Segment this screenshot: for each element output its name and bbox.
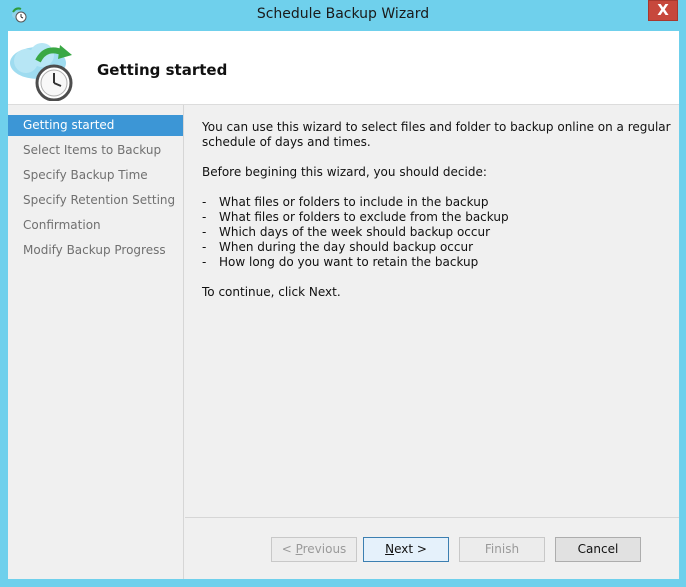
close-button[interactable]: X: [648, 0, 678, 21]
list-item-text: What files or folders to include in the …: [219, 195, 489, 209]
wizard-client-area: Getting started Getting started Select I…: [8, 31, 679, 579]
finish-button[interactable]: Finish: [459, 537, 545, 562]
window-title: Schedule Backup Wizard: [256, 6, 430, 22]
list-item-text: Which days of the week should backup occ…: [219, 225, 491, 239]
nav-item-select-items[interactable]: Select Items to Backup: [8, 140, 183, 161]
title-bar[interactable]: Schedule Backup Wizard X: [0, 0, 686, 31]
wizard-content: You can use this wizard to select files …: [202, 120, 672, 300]
nav-item-confirmation[interactable]: Confirmation: [8, 215, 183, 236]
list-item: - What files or folders to include in the…: [202, 195, 672, 210]
page-title: Getting started: [97, 61, 228, 79]
bullet-marker: -: [202, 210, 207, 224]
cancel-button[interactable]: Cancel: [555, 537, 641, 562]
list-item-text: When during the day should backup occur: [219, 240, 474, 254]
nav-item-backup-time[interactable]: Specify Backup Time: [8, 165, 183, 186]
wizard-footer: < Previous Next > Finish Cancel: [185, 517, 679, 579]
bullet-marker: -: [202, 195, 207, 209]
list-item-text: How long do you want to retain the backu…: [219, 255, 479, 269]
list-item: - When during the day should backup occur: [202, 240, 672, 255]
decide-text: Before begining this wizard, you should …: [202, 165, 487, 179]
list-item: - Which days of the week should backup oc…: [202, 225, 672, 240]
wizard-header: Getting started: [8, 31, 679, 105]
bullet-marker: -: [202, 255, 207, 269]
list-item-text: What files or folders to exclude from th…: [219, 210, 509, 224]
next-button[interactable]: Next >: [363, 537, 449, 562]
continue-text: To continue, click Next.: [202, 285, 341, 299]
list-item: - What files or folders to exclude from t…: [202, 210, 672, 225]
intro-text: You can use this wizard to select files …: [202, 120, 671, 149]
wizard-window: Schedule Backup Wizard X Getting started…: [0, 0, 686, 587]
bullet-marker: -: [202, 240, 207, 254]
cloud-clock-backup-icon: [10, 43, 73, 101]
wizard-step-nav: Getting started Select Items to Backup S…: [8, 105, 184, 579]
nav-item-retention-setting[interactable]: Specify Retention Setting: [8, 190, 183, 211]
previous-button[interactable]: < Previous: [271, 537, 357, 562]
nav-item-getting-started[interactable]: Getting started: [8, 115, 183, 136]
bullet-marker: -: [202, 225, 207, 239]
list-item: - How long do you want to retain the back…: [202, 255, 672, 270]
nav-item-modify-progress[interactable]: Modify Backup Progress: [8, 240, 183, 261]
